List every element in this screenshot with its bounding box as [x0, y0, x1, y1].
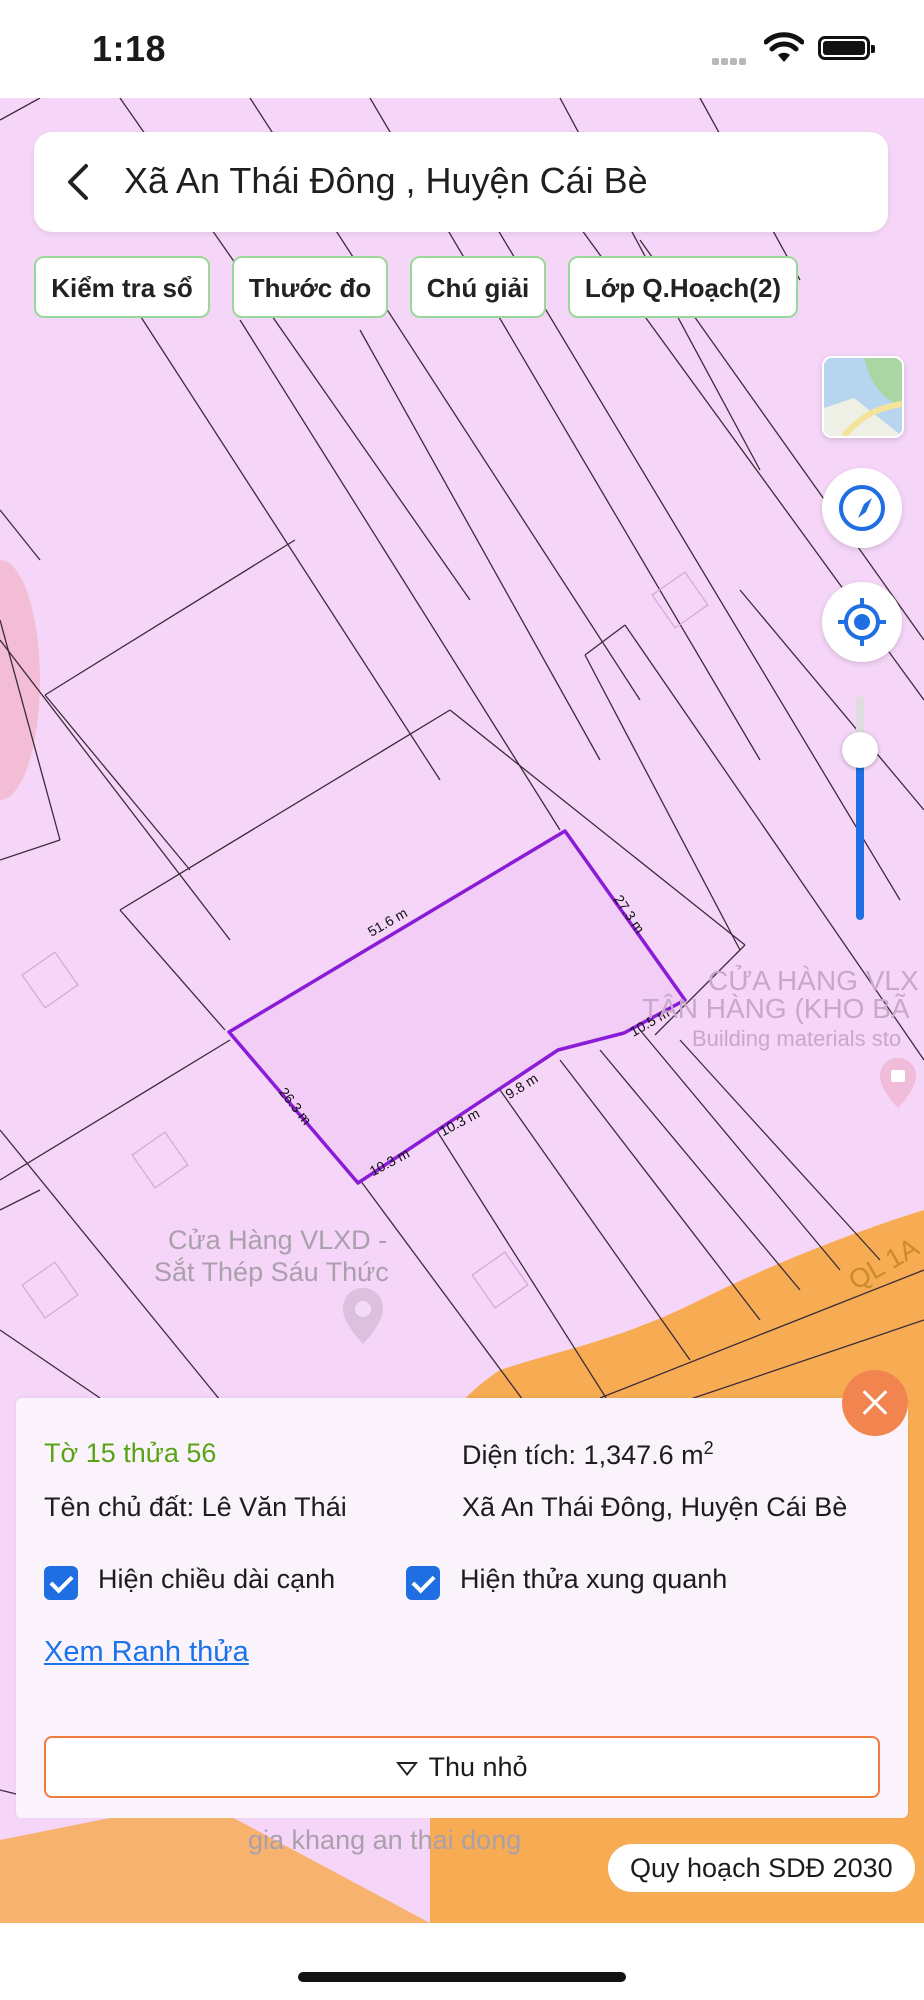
planning-layer-button[interactable]: Lớp Q.Hoạch(2) — [568, 256, 798, 318]
show-neighbors-label: Hiện thửa xung quanh — [460, 1564, 728, 1594]
locate-icon — [838, 598, 886, 646]
compass-button[interactable] — [822, 468, 902, 548]
show-neighbors-checkbox[interactable] — [406, 1566, 440, 1600]
show-edge-length-label: Hiện chiều dài cạnh — [98, 1564, 336, 1594]
location-header: Xã An Thái Đông , Huyện Cái Bè — [34, 132, 888, 232]
check-book-button[interactable]: Kiểm tra sổ — [34, 256, 210, 318]
status-bar: 1:18 — [0, 0, 924, 98]
show-edge-length-checkbox[interactable] — [44, 1566, 78, 1600]
collapse-label: Thu nhỏ — [428, 1752, 528, 1782]
back-arrow-icon[interactable] — [52, 154, 108, 210]
planning-layer-label: Quy hoạch SDĐ 2030 — [608, 1844, 915, 1892]
poi-label: Sắt Thép Sáu Thức — [154, 1257, 389, 1287]
location-pin-icon — [343, 1288, 383, 1344]
compass-icon — [839, 485, 885, 531]
poi-label: gia khang an thai dong — [248, 1825, 522, 1855]
store-pin-icon — [880, 1058, 916, 1108]
map-store-label: Building materials sto — [692, 1026, 902, 1051]
parcel-info-sheet: Tờ 15 thửa 56 Diện tích: 1,347.6 m2 Tên … — [16, 1398, 908, 1818]
view-boundary-link[interactable]: Xem Ranh thửa — [44, 1636, 249, 1669]
owner-name: Tên chủ đất: Lê Văn Thái — [44, 1492, 347, 1522]
parcel-area: Diện tích: 1,347.6 m2 — [462, 1438, 714, 1470]
cellular-signal-icon — [712, 52, 748, 70]
map-store-label: CỬA HÀNG VLX — [708, 965, 919, 996]
close-button[interactable] — [842, 1370, 908, 1436]
collapse-button[interactable]: Thu nhỏ — [44, 1736, 880, 1798]
my-location-button[interactable] — [822, 582, 902, 662]
location-title: Xã An Thái Đông , Huyện Cái Bè — [124, 160, 648, 201]
battery-icon — [818, 36, 875, 60]
poi-label: Cửa Hàng VLXD - — [168, 1225, 388, 1255]
legend-button[interactable]: Chú giải — [410, 256, 546, 318]
sheet-parcel-number: Tờ 15 thửa 56 — [44, 1438, 217, 1468]
map-layer-icon — [824, 358, 902, 436]
home-indicator[interactable] — [298, 1972, 626, 1982]
measure-button[interactable]: Thước đo — [232, 256, 388, 318]
parcel-location: Xã An Thái Đông, Huyện Cái Bè — [462, 1492, 848, 1522]
map-type-toggle[interactable] — [822, 356, 904, 438]
map-store-label: TÂN HÀNG (KHO BÃ — [642, 993, 910, 1024]
wifi-icon — [764, 32, 804, 62]
status-time: 1:18 — [92, 28, 167, 69]
zoom-slider-knob[interactable] — [842, 732, 878, 768]
triangle-down-icon — [396, 1761, 419, 1776]
home-indicator-area — [0, 1923, 924, 2000]
zoom-slider-fill — [856, 750, 864, 920]
